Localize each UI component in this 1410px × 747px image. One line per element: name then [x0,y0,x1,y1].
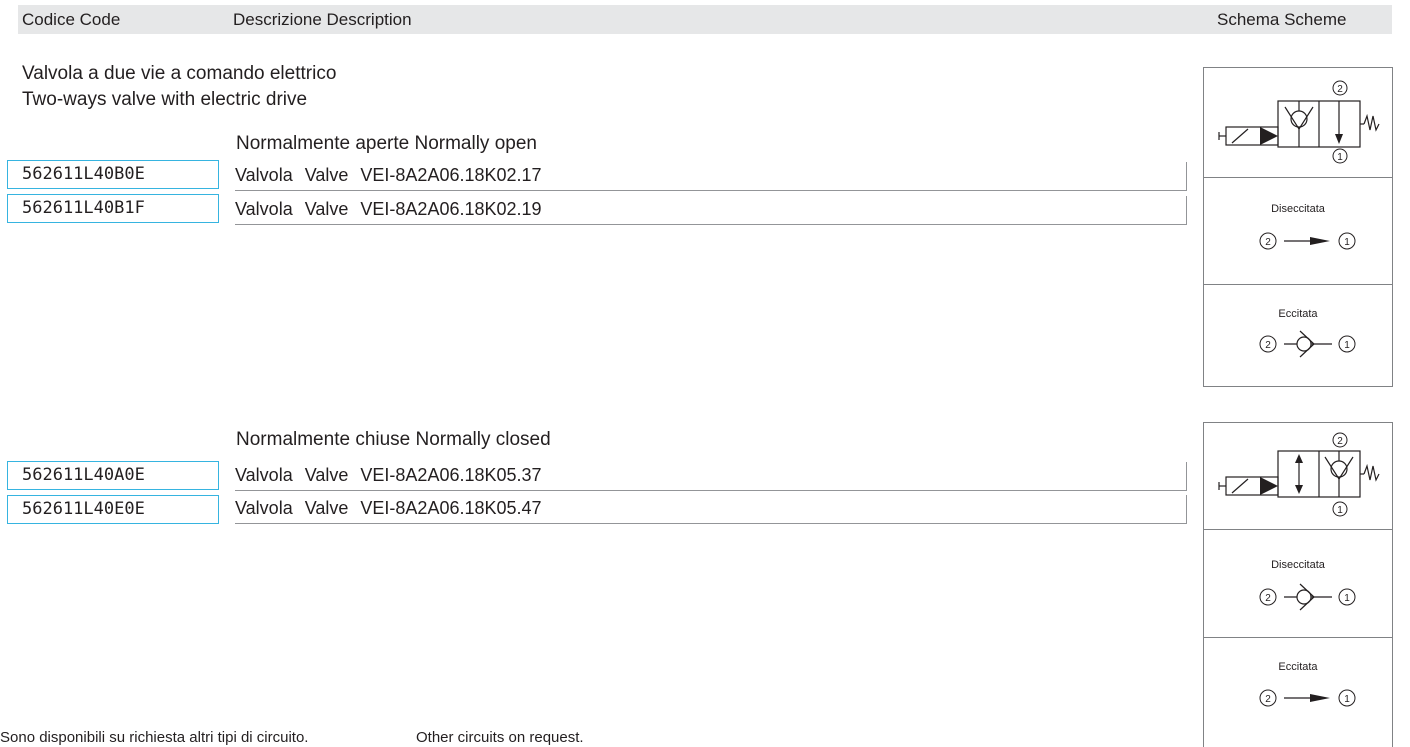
type-en: Valve [304,199,349,219]
energized-cell: Eccitata 2 1 [1204,638,1392,747]
port-label: 1 [1344,340,1350,351]
product-code[interactable]: 562611L40B0E [7,160,219,189]
port-label: 2 [1265,237,1271,248]
type-en: Valve [304,465,349,485]
port-label: 2 [1265,340,1271,351]
type-it: Valvola [235,199,293,219]
product-code[interactable]: 562611L40A0E [7,461,219,490]
product-code[interactable]: 562611L40E0E [7,495,219,524]
solenoid-valve-no-symbol: 2 1 [1218,80,1380,164]
description-row: Valvola Valve VEI-8A2A06.18K05.37 [235,462,1187,491]
type-it: Valvola [235,165,293,185]
model-code: VEI-8A2A06.18K05.47 [360,498,542,518]
port-label: 2 [1337,436,1343,447]
port-label: 2 [1265,694,1271,705]
flow-arrow-symbol: 2 1 [1259,689,1356,707]
scheme-box-normally-open: 2 1 Diseccitata 2 1 Eccitata 2 1 [1203,67,1393,387]
deenergized-cell: Diseccitata 2 1 [1204,178,1392,285]
header-code: Codice Code [22,10,121,29]
section-title-it: Valvola a due vie a comando elettrico [22,63,337,84]
group-title-normally-closed: Normalmente chiuse Normally closed [236,429,551,450]
port-label: 1 [1337,152,1343,163]
solenoid-valve-nc-symbol: 2 1 [1218,432,1380,517]
description-row: Valvola Valve VEI-8A2A06.18K05.47 [235,495,1187,524]
model-code: VEI-8A2A06.18K02.17 [360,165,542,185]
check-valve-symbol: 2 1 [1259,330,1356,358]
type-en: Valve [304,165,349,185]
deenergized-cell: Diseccitata 2 1 [1204,530,1392,638]
port-label: 2 [1337,84,1343,95]
port-label: 1 [1337,505,1343,516]
type-it: Valvola [235,498,293,518]
product-code[interactable]: 562611L40B1F [7,194,219,223]
group-title-normally-open: Normalmente aperte Normally open [236,133,537,154]
description-row: Valvola Valve VEI-8A2A06.18K02.17 [235,162,1187,191]
valve-symbol-cell: 2 1 [1204,423,1392,530]
scheme-box-normally-closed: 2 1 Diseccitata 2 1 Eccitata 2 1 [1203,422,1393,747]
port-label: 1 [1344,694,1350,705]
model-code: VEI-8A2A06.18K02.19 [360,199,542,219]
port-label: 1 [1344,237,1350,248]
section-title-en: Two-ways valve with electric drive [22,89,308,110]
table-header-bar [18,5,1392,34]
port-label: 2 [1265,593,1271,604]
header-scheme: Schema Scheme [1217,10,1347,29]
valve-symbol-cell: 2 1 [1204,68,1392,178]
energized-cell: Eccitata 2 1 [1204,285,1392,386]
type-en: Valve [304,498,349,518]
header-description: Descrizione Description [233,10,412,29]
port-label: 1 [1344,593,1350,604]
footer-note-it: Sono disponibili su richiesta altri tipi… [0,729,309,746]
model-code: VEI-8A2A06.18K05.37 [360,465,542,485]
type-it: Valvola [235,465,293,485]
check-valve-symbol: 2 1 [1259,583,1356,611]
footer-note-en: Other circuits on request. [416,729,584,746]
flow-arrow-symbol: 2 1 [1259,232,1356,250]
description-row: Valvola Valve VEI-8A2A06.18K02.19 [235,196,1187,225]
